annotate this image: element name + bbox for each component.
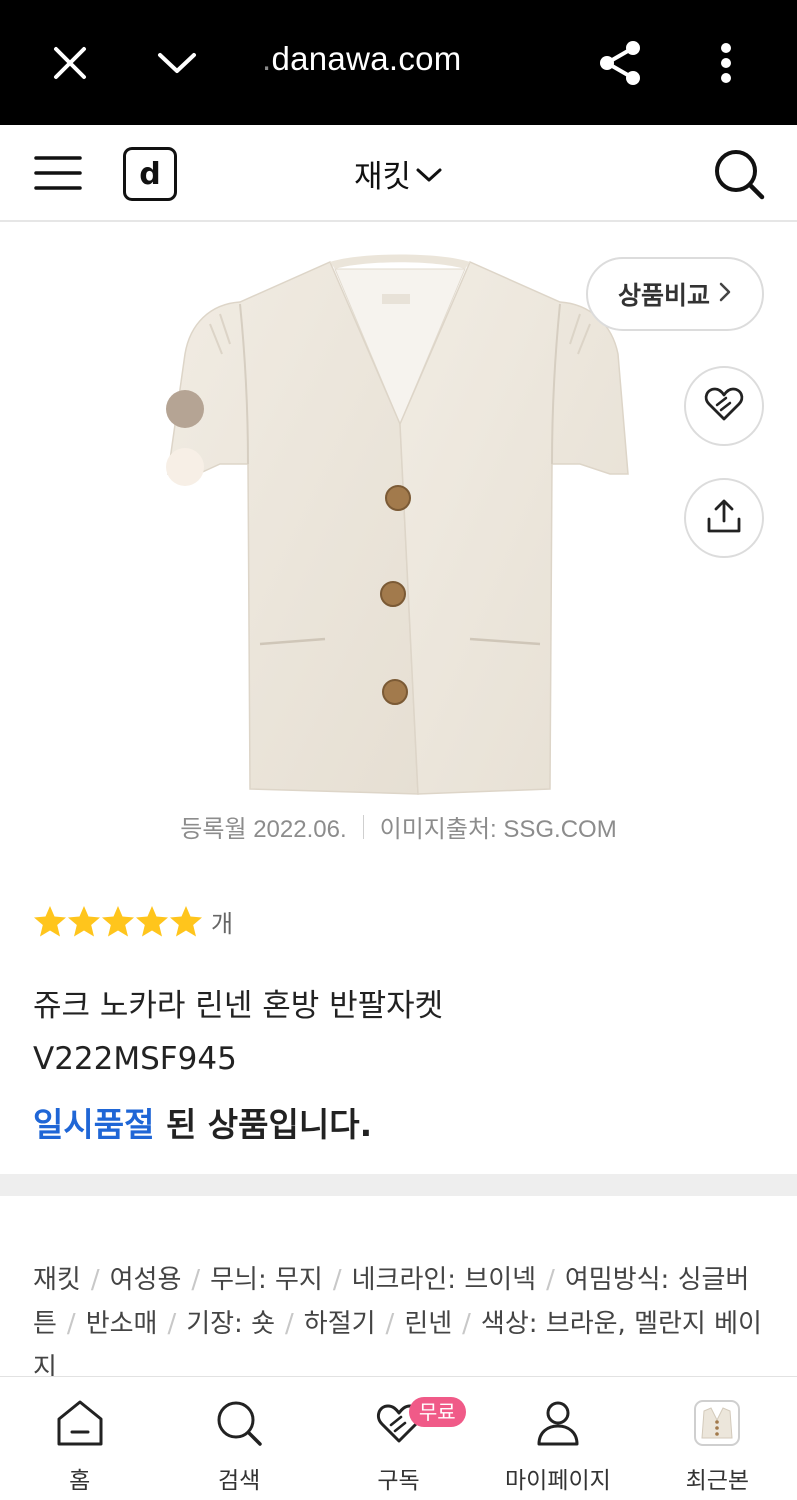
nav-home[interactable]: 홈: [0, 1377, 159, 1500]
register-date: 등록월 2022.06.: [180, 816, 347, 843]
chevron-down-icon: [415, 156, 443, 192]
rating-count: 개: [211, 910, 234, 938]
logo-letter: d: [139, 156, 161, 192]
spec-item: 반소매: [85, 1309, 158, 1339]
nav-subscribe[interactable]: 무료 구독: [319, 1377, 478, 1500]
color-swatch-beige[interactable]: [166, 448, 204, 486]
star-icon: [68, 905, 100, 936]
home-icon: [52, 1397, 108, 1449]
search-icon: [211, 1397, 267, 1449]
image-source: 이미지출처: SSG.COM: [379, 816, 617, 843]
nav-label: 검색: [217, 1468, 261, 1494]
star-icon: [102, 905, 134, 936]
spec-item: 무늬: 무지: [210, 1265, 323, 1295]
search-icon[interactable]: [712, 147, 766, 201]
section-divider: [0, 1174, 797, 1196]
compare-button[interactable]: 상품비교: [586, 257, 764, 331]
wishlist-button[interactable]: [684, 366, 764, 446]
spec-separator: /: [191, 1265, 201, 1295]
soldout-highlight: 일시품절: [33, 1105, 155, 1144]
heart-icon: [704, 386, 744, 426]
nav-label: 홈: [69, 1468, 91, 1494]
url-domain: danawa.com: [271, 40, 462, 77]
product-title-line1: 쥬크 노카라 린넨 혼방 반팔자켓: [33, 988, 444, 1024]
spec-item: 여성용: [109, 1265, 182, 1295]
upload-icon: [705, 497, 743, 539]
nav-recent[interactable]: 최근본: [638, 1377, 797, 1500]
share-button[interactable]: [684, 478, 764, 558]
share-icon[interactable]: [595, 38, 645, 88]
category-selector-wrap: 재킷: [0, 125, 797, 222]
url-bar[interactable]: .danawa.com: [262, 40, 462, 78]
spec-item: 재킷: [33, 1265, 81, 1295]
product-image[interactable]: [150, 234, 650, 804]
spec-item: 네크라인: 브이넥: [351, 1265, 537, 1295]
spec-item: 기장: 숏: [186, 1309, 276, 1339]
nav-label: 구독: [377, 1468, 420, 1494]
spec-separator: /: [90, 1265, 100, 1295]
person-icon: [530, 1397, 586, 1449]
spec-separator: /: [285, 1309, 294, 1339]
chevron-down-icon[interactable]: [152, 38, 202, 88]
recent-thumbnail: [689, 1397, 745, 1449]
spec-separator: /: [385, 1309, 395, 1339]
spec-separator: /: [167, 1309, 177, 1339]
product-image-area: 상품비교 등록월 2022.06. 이미지출처: SSG.COM: [0, 224, 797, 864]
spec-item: 린넨: [404, 1309, 453, 1339]
star-icon: [34, 905, 66, 936]
nav-search[interactable]: 검색: [159, 1377, 318, 1500]
spec-separator: /: [332, 1265, 342, 1295]
nav-label: 최근본: [685, 1468, 750, 1494]
star-icon: [170, 905, 202, 936]
browser-toolbar: .danawa.com: [0, 0, 797, 125]
compare-label: 상품비교: [617, 281, 710, 310]
rating[interactable]: 개: [33, 904, 233, 939]
nav-label: 마이페이지: [505, 1468, 611, 1494]
image-meta: 등록월 2022.06. 이미지출처: SSG.COM: [0, 809, 797, 844]
bottom-navigation: 홈 검색 무료 구독 마이페이지 최근본: [0, 1376, 797, 1500]
spec-item: 하절기: [303, 1309, 376, 1339]
category-selector[interactable]: 재킷: [354, 151, 443, 196]
free-badge: 무료: [408, 1397, 466, 1427]
logo-icon[interactable]: d: [123, 147, 177, 201]
category-label: 재킷: [353, 159, 412, 195]
spec-separator: /: [462, 1309, 471, 1339]
more-vertical-icon[interactable]: [701, 38, 751, 88]
soldout-text: 된 상품입니다.: [154, 1105, 373, 1144]
color-swatch-brown[interactable]: [166, 390, 204, 428]
soldout-notice: 일시품절 된 상품입니다.: [33, 1098, 372, 1146]
spec-list: 재킷 / 여성용 / 무늬: 무지 / 네크라인: 브이넥 / 여밈방식: 싱글버튼 / 반소매 / 기…: [33, 1258, 773, 1378]
product-model-code: V222MSF945: [33, 1041, 237, 1077]
star-icon: [136, 905, 168, 936]
meta-divider: [362, 814, 364, 839]
product-title: 쥬크 노카라 린넨 혼방 반팔자켓 V222MSF945: [33, 980, 763, 1086]
close-icon[interactable]: [45, 38, 95, 88]
nav-mypage[interactable]: 마이페이지: [478, 1377, 637, 1500]
spec-separator: /: [546, 1265, 555, 1295]
spec-separator: /: [66, 1309, 76, 1339]
app-header: d 재킷: [0, 125, 797, 222]
menu-icon[interactable]: [33, 153, 83, 193]
chevron-right-icon: [718, 280, 732, 309]
